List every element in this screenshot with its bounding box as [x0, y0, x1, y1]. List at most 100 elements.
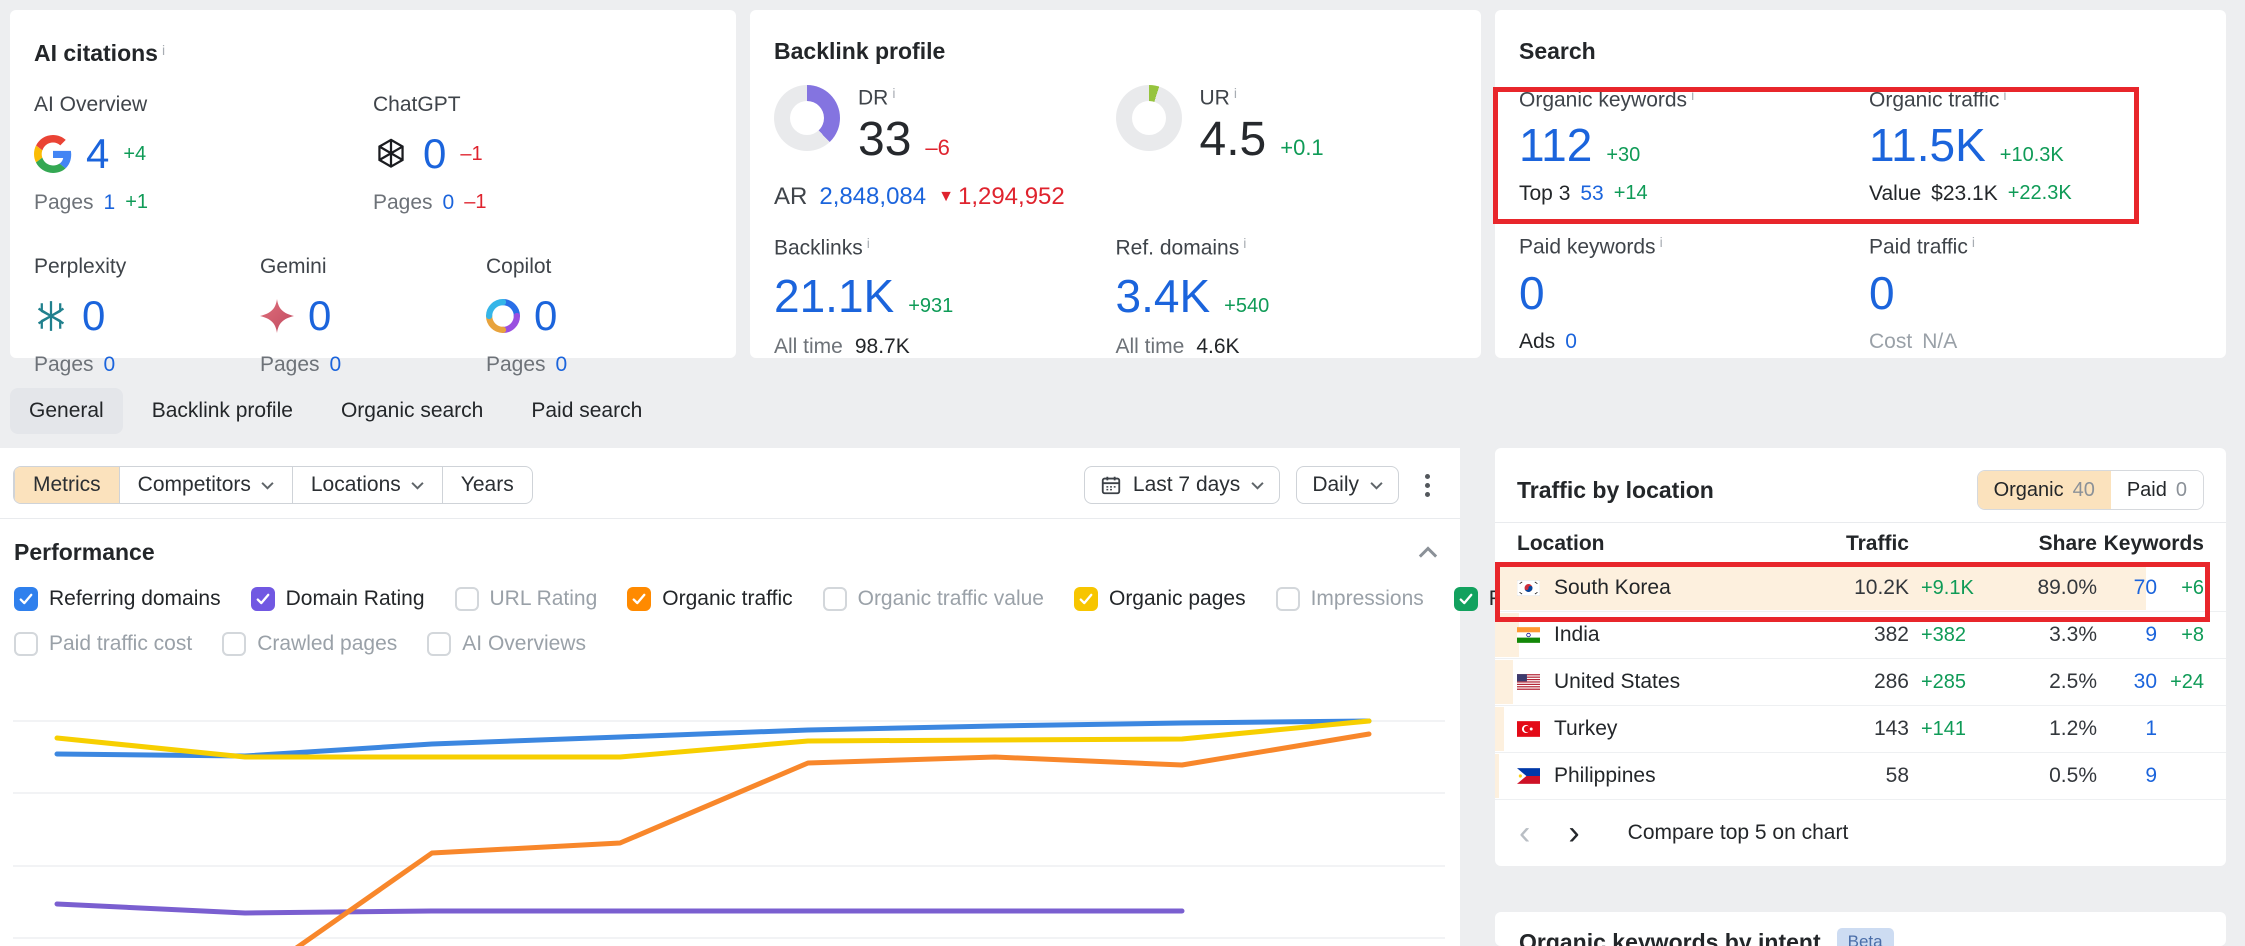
search-metric-value[interactable]: 0 [1869, 266, 1895, 320]
tab[interactable]: Paid search [512, 388, 661, 434]
location-row[interactable]: United States 286 +285 2.5% 30 +24 [1495, 659, 2226, 706]
performance-line-chart[interactable] [13, 660, 1445, 946]
metric-checkbox[interactable]: Domain Rating [251, 587, 425, 611]
ai-citations-card: AI citationsi AI Overview 4 +4 Pages 1 +… [10, 10, 736, 358]
tab[interactable]: Organic search [322, 388, 502, 434]
checkbox-icon [1276, 587, 1300, 611]
keywords-count[interactable]: 70 [2097, 576, 2157, 600]
location-row[interactable]: Turkey 143 +141 1.2% 1 [1495, 706, 2226, 753]
filter-segment[interactable]: Metrics [14, 467, 119, 503]
info-icon[interactable]: i [1234, 85, 1237, 101]
share-bar [1495, 660, 1513, 704]
metric-checkbox[interactable]: Organic traffic [627, 587, 792, 611]
ai-metric-value[interactable]: 0 [82, 292, 105, 340]
info-icon[interactable]: i [1243, 235, 1246, 251]
keywords-count[interactable]: 1 [2097, 717, 2157, 741]
chevron-down-icon [1251, 481, 1264, 490]
info-icon[interactable]: i [1972, 234, 1975, 250]
info-icon[interactable]: i [867, 235, 870, 251]
score-label: DRi [858, 85, 950, 110]
pages-value[interactable]: 0 [104, 353, 116, 377]
location-row[interactable]: South Korea 10.2K +9.1K 89.0% 70 +6 [1495, 565, 2226, 612]
ai-metric-value[interactable]: 0 [534, 292, 557, 340]
keywords-delta: +24 [2157, 671, 2204, 694]
info-icon[interactable]: i [2003, 87, 2006, 103]
filter-segment[interactable]: Competitors [119, 467, 292, 503]
chevron-down-icon [261, 481, 274, 490]
search-metric-label: Paid traffici [1869, 234, 2219, 259]
metric-checkbox[interactable]: Impressions [1276, 587, 1424, 611]
brand-icon [34, 135, 72, 173]
toggle-organic-count: 40 [2073, 479, 2095, 502]
collapse-chevron-up-icon[interactable] [1418, 546, 1438, 559]
country-flag-icon [1517, 721, 1540, 737]
count-delta: +931 [908, 295, 953, 318]
checkbox-icon [1074, 587, 1098, 611]
metric-checkbox-label: URL Rating [490, 587, 598, 611]
toggle-paid[interactable]: Paid 0 [2111, 471, 2203, 509]
pages-label: Pages [260, 353, 320, 377]
compare-top5-button[interactable]: Compare top 5 on chart [1628, 821, 1849, 845]
info-icon[interactable]: i [1691, 87, 1694, 103]
traffic-value: 58 [1814, 764, 1909, 788]
keywords-by-intent-title: Organic keywords by intent [1519, 929, 1821, 946]
granularity-button[interactable]: Daily [1296, 466, 1399, 504]
score-donut [774, 85, 840, 151]
info-icon[interactable]: i [892, 85, 895, 101]
search-sub-value[interactable]: N/A [1922, 330, 1957, 354]
ai-metric-value[interactable]: 0 [308, 292, 331, 340]
metric-checkbox[interactable]: Paid traffic cost [14, 632, 192, 656]
pages-label: Pages [34, 353, 94, 377]
info-icon[interactable]: i [1660, 234, 1663, 250]
date-range-button[interactable]: Last 7 days [1084, 466, 1280, 504]
metric-checkbox[interactable]: Organic traffic value [823, 587, 1044, 611]
ai-citations-row-2: Perplexity 0 Pages 0 Gemini 0 [34, 255, 712, 377]
count-value[interactable]: 3.4K [1116, 269, 1211, 323]
tab[interactable]: Backlink profile [133, 388, 312, 434]
checkbox-icon [222, 632, 246, 656]
traffic-value: 382 [1814, 623, 1909, 647]
pages-value[interactable]: 1 [104, 191, 116, 215]
traffic-delta: +141 [1909, 718, 1987, 741]
search-sub-value[interactable]: $23.1K [1931, 182, 1998, 206]
metric-checkbox[interactable]: Organic pages [1074, 587, 1246, 611]
search-metric-value[interactable]: 11.5K [1869, 118, 1986, 172]
keywords-count[interactable]: 9 [2097, 764, 2157, 788]
search-sub-value[interactable]: 53 [1580, 182, 1603, 206]
metric-checkbox[interactable]: AI Overviews [427, 632, 586, 656]
keywords-count[interactable]: 9 [2097, 623, 2157, 647]
keywords-count[interactable]: 30 [2097, 670, 2157, 694]
metric-checkbox-label: Domain Rating [286, 587, 425, 611]
search-sub-value[interactable]: 0 [1565, 330, 1577, 354]
metric-checkbox[interactable]: Crawled pages [222, 632, 397, 656]
location-row[interactable]: Philippines 58 0.5% 9 [1495, 753, 2226, 800]
metric-checkbox[interactable]: Referring domains [14, 587, 221, 611]
filter-segment[interactable]: Locations [292, 467, 442, 503]
checkbox-icon [14, 632, 38, 656]
metric-checkbox[interactable]: URL Rating [455, 587, 598, 611]
count-label: Backlinksi [774, 235, 1116, 260]
pages-value[interactable]: 0 [443, 191, 455, 215]
traffic-delta: +382 [1909, 624, 1987, 647]
ai-metric-value[interactable]: 0 [423, 130, 446, 178]
ai-metric-value[interactable]: 4 [86, 130, 109, 178]
ar-value[interactable]: 2,848,084 [819, 183, 926, 211]
pages-value[interactable]: 0 [556, 353, 568, 377]
tab[interactable]: General [10, 388, 123, 434]
count-value[interactable]: 21.1K [774, 269, 894, 323]
toggle-organic[interactable]: Organic 40 [1978, 471, 2111, 509]
filter-segment[interactable]: Years [442, 467, 532, 503]
pagination-next-icon[interactable]: › [1568, 816, 1579, 850]
counts-row: Backlinksi 21.1K +931 All time 98.7K Ref… [774, 235, 1457, 358]
more-options-kebab-icon[interactable] [1415, 468, 1440, 503]
share-value: 3.3% [1987, 623, 2097, 647]
location-row[interactable]: India 382 +382 3.3% 9 +8 [1495, 612, 2226, 659]
search-metric-value[interactable]: 0 [1519, 266, 1545, 320]
pages-value[interactable]: 0 [330, 353, 342, 377]
search-metric-label: Paid keywordsi [1519, 234, 1869, 259]
pagination-prev-icon[interactable]: ‹ [1519, 816, 1530, 850]
country-flag-icon [1517, 768, 1540, 784]
search-metric-value[interactable]: 112 [1519, 118, 1592, 172]
info-icon[interactable]: i [162, 42, 165, 58]
checkbox-icon [823, 587, 847, 611]
